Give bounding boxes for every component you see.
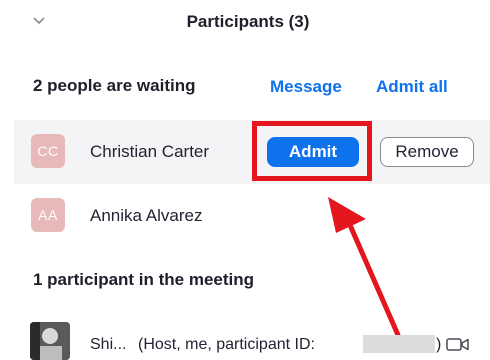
annotation-arrow bbox=[328, 197, 401, 338]
waiting-count-label: 2 people are waiting bbox=[33, 76, 196, 95]
remove-button[interactable]: Remove bbox=[380, 137, 474, 167]
panel-title: Participants (3) bbox=[186, 12, 310, 31]
avatar: CC bbox=[31, 134, 65, 168]
meeting-count-label: 1 participant in the meeting bbox=[33, 270, 255, 289]
participant-name: Annika Alvarez bbox=[90, 206, 203, 225]
redacted-participant-id bbox=[363, 335, 435, 353]
avatar: AA bbox=[31, 198, 65, 232]
message-link[interactable]: Message bbox=[270, 77, 342, 97]
host-role: (Host, me, participant ID: bbox=[138, 336, 315, 353]
highlight-box bbox=[252, 121, 372, 181]
host-avatar-photo bbox=[30, 322, 70, 360]
host-role-close: ) bbox=[436, 336, 442, 353]
video-camera-icon[interactable] bbox=[446, 336, 470, 357]
host-name: Shi... bbox=[90, 336, 127, 353]
admit-all-link[interactable]: Admit all bbox=[376, 77, 448, 97]
participant-name: Christian Carter bbox=[90, 142, 210, 161]
